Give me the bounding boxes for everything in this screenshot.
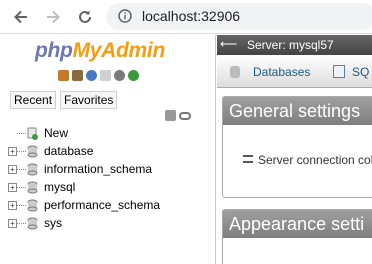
tree-item-mysql[interactable]: + mysql — [0, 179, 216, 197]
home-icon[interactable] — [58, 70, 69, 81]
expand-icon[interactable]: + — [8, 219, 17, 228]
tab-databases[interactable]: Databases — [253, 65, 310, 79]
tab-sql[interactable]: SQ — [352, 65, 369, 79]
database-icon — [27, 199, 38, 212]
appearance-settings-panel: Appearance setti — [222, 209, 372, 264]
server-connection-collation-label: Server connection coll — [258, 153, 372, 167]
expand-icon[interactable]: + — [8, 183, 17, 192]
browser-toolbar: localhost:32906 — [0, 0, 372, 34]
tree-connector — [17, 223, 26, 224]
tree-connector — [17, 169, 26, 170]
collapse-all-icon[interactable] — [165, 110, 176, 121]
nav-tabs: Recent Favorites — [10, 91, 118, 109]
tree-connector — [17, 205, 26, 206]
tree-item-label[interactable]: New — [44, 126, 68, 140]
reload-nav-icon[interactable] — [128, 70, 139, 81]
back-icon[interactable] — [10, 6, 32, 28]
database-icon — [27, 181, 38, 194]
tree-connector — [17, 133, 26, 134]
collapse-nav-icon[interactable]: ⟵ — [220, 37, 237, 51]
panel-title: General settings — [223, 97, 372, 125]
list-icon — [243, 155, 253, 163]
phpmyadmin-logo[interactable]: phpMyAdmin — [35, 39, 165, 63]
tree-item-sys[interactable]: + sys — [0, 215, 216, 233]
nav-icon-row — [58, 70, 139, 81]
general-settings-panel: General settings Server connection coll — [222, 96, 372, 198]
tab-favorites[interactable]: Favorites — [60, 91, 118, 109]
tree-item-label[interactable]: mysql — [44, 180, 75, 194]
tree-item-label[interactable]: sys — [44, 216, 62, 230]
tree-item-information-schema[interactable]: + information_schema — [0, 161, 216, 179]
expand-icon[interactable]: + — [8, 147, 17, 156]
tree-connector — [17, 187, 26, 188]
server-breadcrumb-bar: ⟵ Server: mysql57 — [217, 35, 372, 55]
reload-icon[interactable] — [74, 6, 96, 28]
top-menu: Databases SQ — [217, 56, 372, 88]
docs-icon[interactable] — [100, 70, 111, 81]
database-icon — [27, 217, 38, 230]
tab-recent[interactable]: Recent — [10, 91, 57, 109]
tree-item-label[interactable]: database — [44, 144, 93, 158]
expand-icon[interactable]: + — [8, 165, 17, 174]
tree-item-label[interactable]: information_schema — [44, 162, 152, 176]
address-bar[interactable]: localhost:32906 — [106, 3, 372, 30]
tree-item-new[interactable]: New — [0, 125, 216, 143]
expand-icon[interactable]: + — [8, 201, 17, 210]
server-breadcrumb[interactable]: Server: mysql57 — [247, 38, 334, 52]
forward-icon[interactable] — [42, 6, 64, 28]
link-icon[interactable] — [179, 112, 191, 120]
database-tree: New + database + information_schema + my… — [0, 125, 216, 233]
databases-icon — [230, 66, 240, 78]
info-icon[interactable] — [118, 9, 132, 26]
navigation-panel: phpMyAdmin Recent Favorites New + databa… — [0, 35, 216, 264]
tree-item-label[interactable]: performance_schema — [44, 198, 160, 212]
settings-icon[interactable] — [114, 70, 125, 81]
database-icon — [27, 145, 38, 158]
logout-icon[interactable] — [72, 70, 83, 81]
sql-icon — [333, 65, 345, 78]
new-database-icon — [27, 127, 38, 140]
help-icon[interactable] — [86, 70, 97, 81]
panel-title: Appearance setti — [223, 210, 372, 238]
nav-tree-controls — [165, 110, 191, 121]
tree-connector — [17, 151, 26, 152]
url-text[interactable]: localhost:32906 — [142, 8, 240, 24]
database-icon — [27, 163, 38, 176]
tree-item-performance-schema[interactable]: + performance_schema — [0, 197, 216, 215]
tree-item-database[interactable]: + database — [0, 143, 216, 161]
main-content: ⟵ Server: mysql57 Databases SQ General s… — [217, 35, 372, 264]
